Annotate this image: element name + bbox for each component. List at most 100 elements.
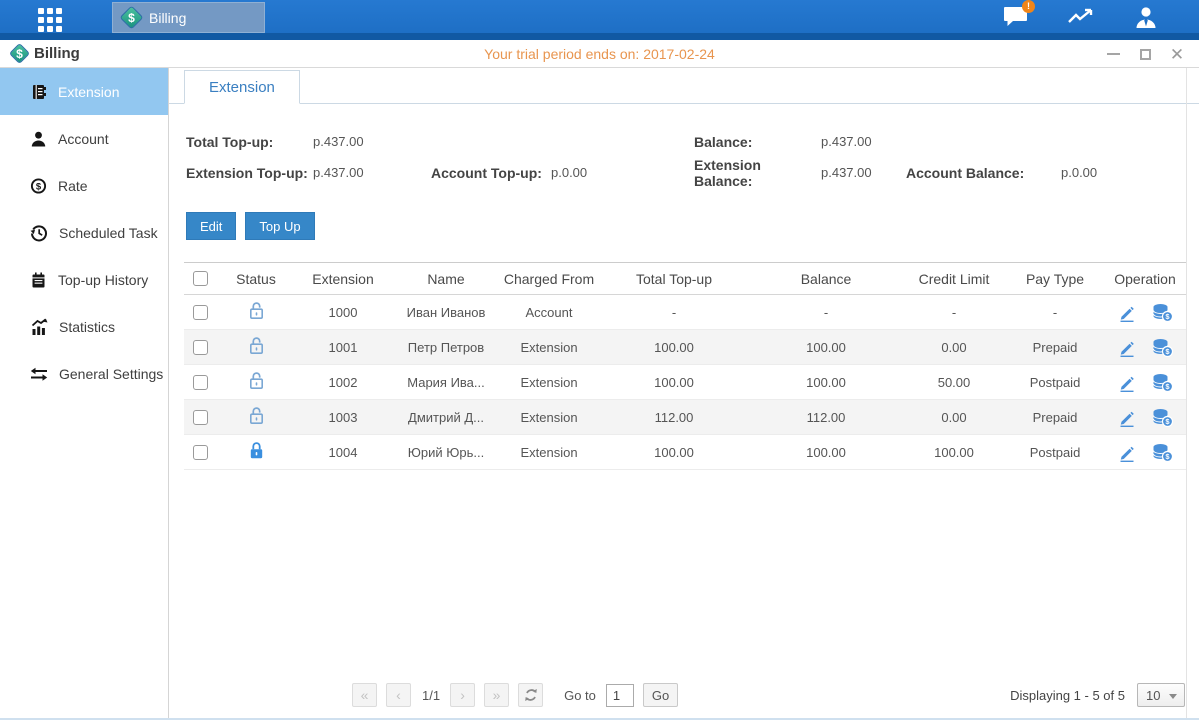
table-body: 1000 Иван Иванов Account - - - - bbox=[184, 295, 1186, 470]
cell-credit-limit: 0.00 bbox=[902, 410, 1006, 425]
cell-extension: 1003 bbox=[294, 410, 392, 425]
topup-history-icon bbox=[30, 271, 47, 289]
notification-badge: ! bbox=[1022, 0, 1035, 13]
table-row[interactable]: 1000 Иван Иванов Account - - - - bbox=[184, 295, 1186, 330]
sidebar-item-extension[interactable]: Extension bbox=[0, 68, 168, 115]
cell-charged-from: Extension bbox=[500, 340, 598, 355]
top-up-row-icon[interactable]: $ bbox=[1152, 303, 1173, 322]
summary-value: p.437.00 bbox=[313, 165, 364, 180]
column-header-status[interactable]: Status bbox=[218, 271, 294, 287]
first-page-button[interactable]: « bbox=[352, 683, 377, 707]
last-page-button[interactable]: » bbox=[484, 683, 509, 707]
page-size-value: 10 bbox=[1146, 688, 1160, 703]
row-checkbox[interactable] bbox=[193, 305, 208, 320]
sidebar-item-label: General Settings bbox=[59, 366, 163, 382]
sidebar-item-label: Top-up History bbox=[58, 272, 148, 288]
row-checkbox[interactable] bbox=[193, 445, 208, 460]
edit-row-icon[interactable] bbox=[1117, 443, 1136, 462]
top-up-row-icon[interactable]: $ bbox=[1152, 443, 1173, 462]
row-checkbox[interactable] bbox=[193, 410, 208, 425]
app-launcher-icon[interactable] bbox=[38, 8, 68, 32]
next-page-button[interactable]: › bbox=[450, 683, 475, 707]
table-row[interactable]: 1004 Юрий Юрь... Extension 100.00 100.00… bbox=[184, 435, 1186, 470]
column-header-credit-limit[interactable]: Credit Limit bbox=[902, 271, 1006, 287]
cell-credit-limit: 100.00 bbox=[902, 445, 1006, 460]
billing-diamond-icon: $ bbox=[119, 5, 143, 29]
top-up-row-icon[interactable]: $ bbox=[1152, 338, 1173, 357]
column-header-name[interactable]: Name bbox=[392, 271, 500, 287]
table-row[interactable]: 1003 Дмитрий Д... Extension 112.00 112.0… bbox=[184, 400, 1186, 435]
column-header-balance[interactable]: Balance bbox=[750, 271, 902, 287]
summary-label: Account Balance: bbox=[906, 165, 1061, 181]
user-account-icon[interactable] bbox=[1133, 6, 1159, 28]
cell-balance: - bbox=[750, 305, 902, 320]
column-header-total-topup[interactable]: Total Top-up bbox=[598, 271, 750, 287]
page-size-select[interactable]: 10 bbox=[1137, 683, 1185, 707]
sidebar-item-topup-history[interactable]: Top-up History bbox=[0, 256, 168, 303]
main-content: Extension Total Top-up: p.437.00 Balance… bbox=[168, 68, 1199, 720]
table-row[interactable]: 1001 Петр Петров Extension 100.00 100.00… bbox=[184, 330, 1186, 365]
row-checkbox[interactable] bbox=[193, 340, 208, 355]
summary-label: Extension Top-up: bbox=[186, 165, 313, 181]
sidebar-item-account[interactable]: Account bbox=[0, 115, 168, 162]
rate-icon: $ bbox=[30, 177, 47, 195]
sidebar-item-scheduled-task[interactable]: Scheduled Task bbox=[0, 209, 168, 256]
tab-extension[interactable]: Extension bbox=[184, 70, 300, 104]
unlocked-icon bbox=[248, 371, 265, 394]
row-checkbox[interactable] bbox=[193, 375, 208, 390]
cell-total-topup: 112.00 bbox=[598, 410, 750, 425]
sidebar-item-general-settings[interactable]: General Settings bbox=[0, 350, 168, 397]
summary-label: Total Top-up: bbox=[186, 134, 313, 150]
sidebar-item-label: Statistics bbox=[59, 319, 115, 335]
cell-extension: 1004 bbox=[294, 445, 392, 460]
sidebar-item-statistics[interactable]: Statistics bbox=[0, 303, 168, 350]
sidebar-item-label: Extension bbox=[58, 84, 119, 100]
refresh-button[interactable] bbox=[518, 683, 543, 707]
column-header-operation[interactable]: Operation bbox=[1104, 271, 1186, 287]
edit-row-icon[interactable] bbox=[1117, 303, 1136, 322]
cell-pay-type: Postpaid bbox=[1006, 375, 1104, 390]
top-up-button[interactable]: Top Up bbox=[245, 212, 314, 240]
cell-pay-type: Prepaid bbox=[1006, 340, 1104, 355]
topbar-tab-label: Billing bbox=[149, 10, 186, 26]
sidebar-item-label: Account bbox=[58, 131, 109, 147]
cell-name: Мария Ива... bbox=[392, 375, 500, 390]
cell-pay-type: - bbox=[1006, 305, 1104, 320]
summary-account-topup: Account Top-up: p.0.00 bbox=[431, 157, 694, 188]
messages-icon[interactable]: ! bbox=[1003, 6, 1029, 28]
table-row[interactable]: 1002 Мария Ива... Extension 100.00 100.0… bbox=[184, 365, 1186, 400]
top-up-row-icon[interactable]: $ bbox=[1152, 373, 1173, 392]
top-up-row-icon[interactable]: $ bbox=[1152, 408, 1173, 427]
reports-chart-icon[interactable] bbox=[1067, 7, 1095, 27]
sidebar-item-label: Scheduled Task bbox=[59, 225, 158, 241]
table-header-row: Status Extension Name Charged From Total… bbox=[184, 262, 1186, 295]
go-button[interactable]: Go bbox=[643, 683, 678, 707]
column-header-charged-from[interactable]: Charged From bbox=[500, 271, 598, 287]
cell-charged-from: Account bbox=[500, 305, 598, 320]
cell-credit-limit: - bbox=[902, 305, 1006, 320]
cell-charged-from: Extension bbox=[500, 375, 598, 390]
column-header-pay-type[interactable]: Pay Type bbox=[1006, 271, 1104, 287]
edit-row-icon[interactable] bbox=[1117, 338, 1136, 357]
edit-button[interactable]: Edit bbox=[186, 212, 236, 240]
column-header-extension[interactable]: Extension bbox=[294, 271, 392, 287]
summary-label: Extension Balance: bbox=[694, 157, 821, 189]
topbar-billing-tab[interactable]: $ Billing bbox=[112, 2, 265, 33]
edit-row-icon[interactable] bbox=[1117, 408, 1136, 427]
go-to-label: Go to bbox=[564, 688, 596, 703]
select-all-checkbox[interactable] bbox=[193, 271, 208, 286]
cell-name: Дмитрий Д... bbox=[392, 410, 500, 425]
sidebar: Extension Account $ Rate Scheduled Task bbox=[0, 68, 168, 720]
summary-value: p.0.00 bbox=[551, 165, 587, 180]
edit-row-icon[interactable] bbox=[1117, 373, 1136, 392]
maximize-button[interactable] bbox=[1137, 46, 1153, 62]
cell-total-topup: 100.00 bbox=[598, 375, 750, 390]
close-button[interactable]: ✕ bbox=[1169, 46, 1185, 62]
extensions-table: Status Extension Name Charged From Total… bbox=[184, 262, 1186, 470]
trial-notice: Your trial period ends on: 2017-02-24 bbox=[0, 46, 1199, 62]
cell-extension: 1002 bbox=[294, 375, 392, 390]
prev-page-button[interactable]: ‹ bbox=[386, 683, 411, 707]
minimize-button[interactable] bbox=[1105, 46, 1121, 62]
go-to-page-input[interactable] bbox=[606, 684, 634, 707]
sidebar-item-rate[interactable]: $ Rate bbox=[0, 162, 168, 209]
